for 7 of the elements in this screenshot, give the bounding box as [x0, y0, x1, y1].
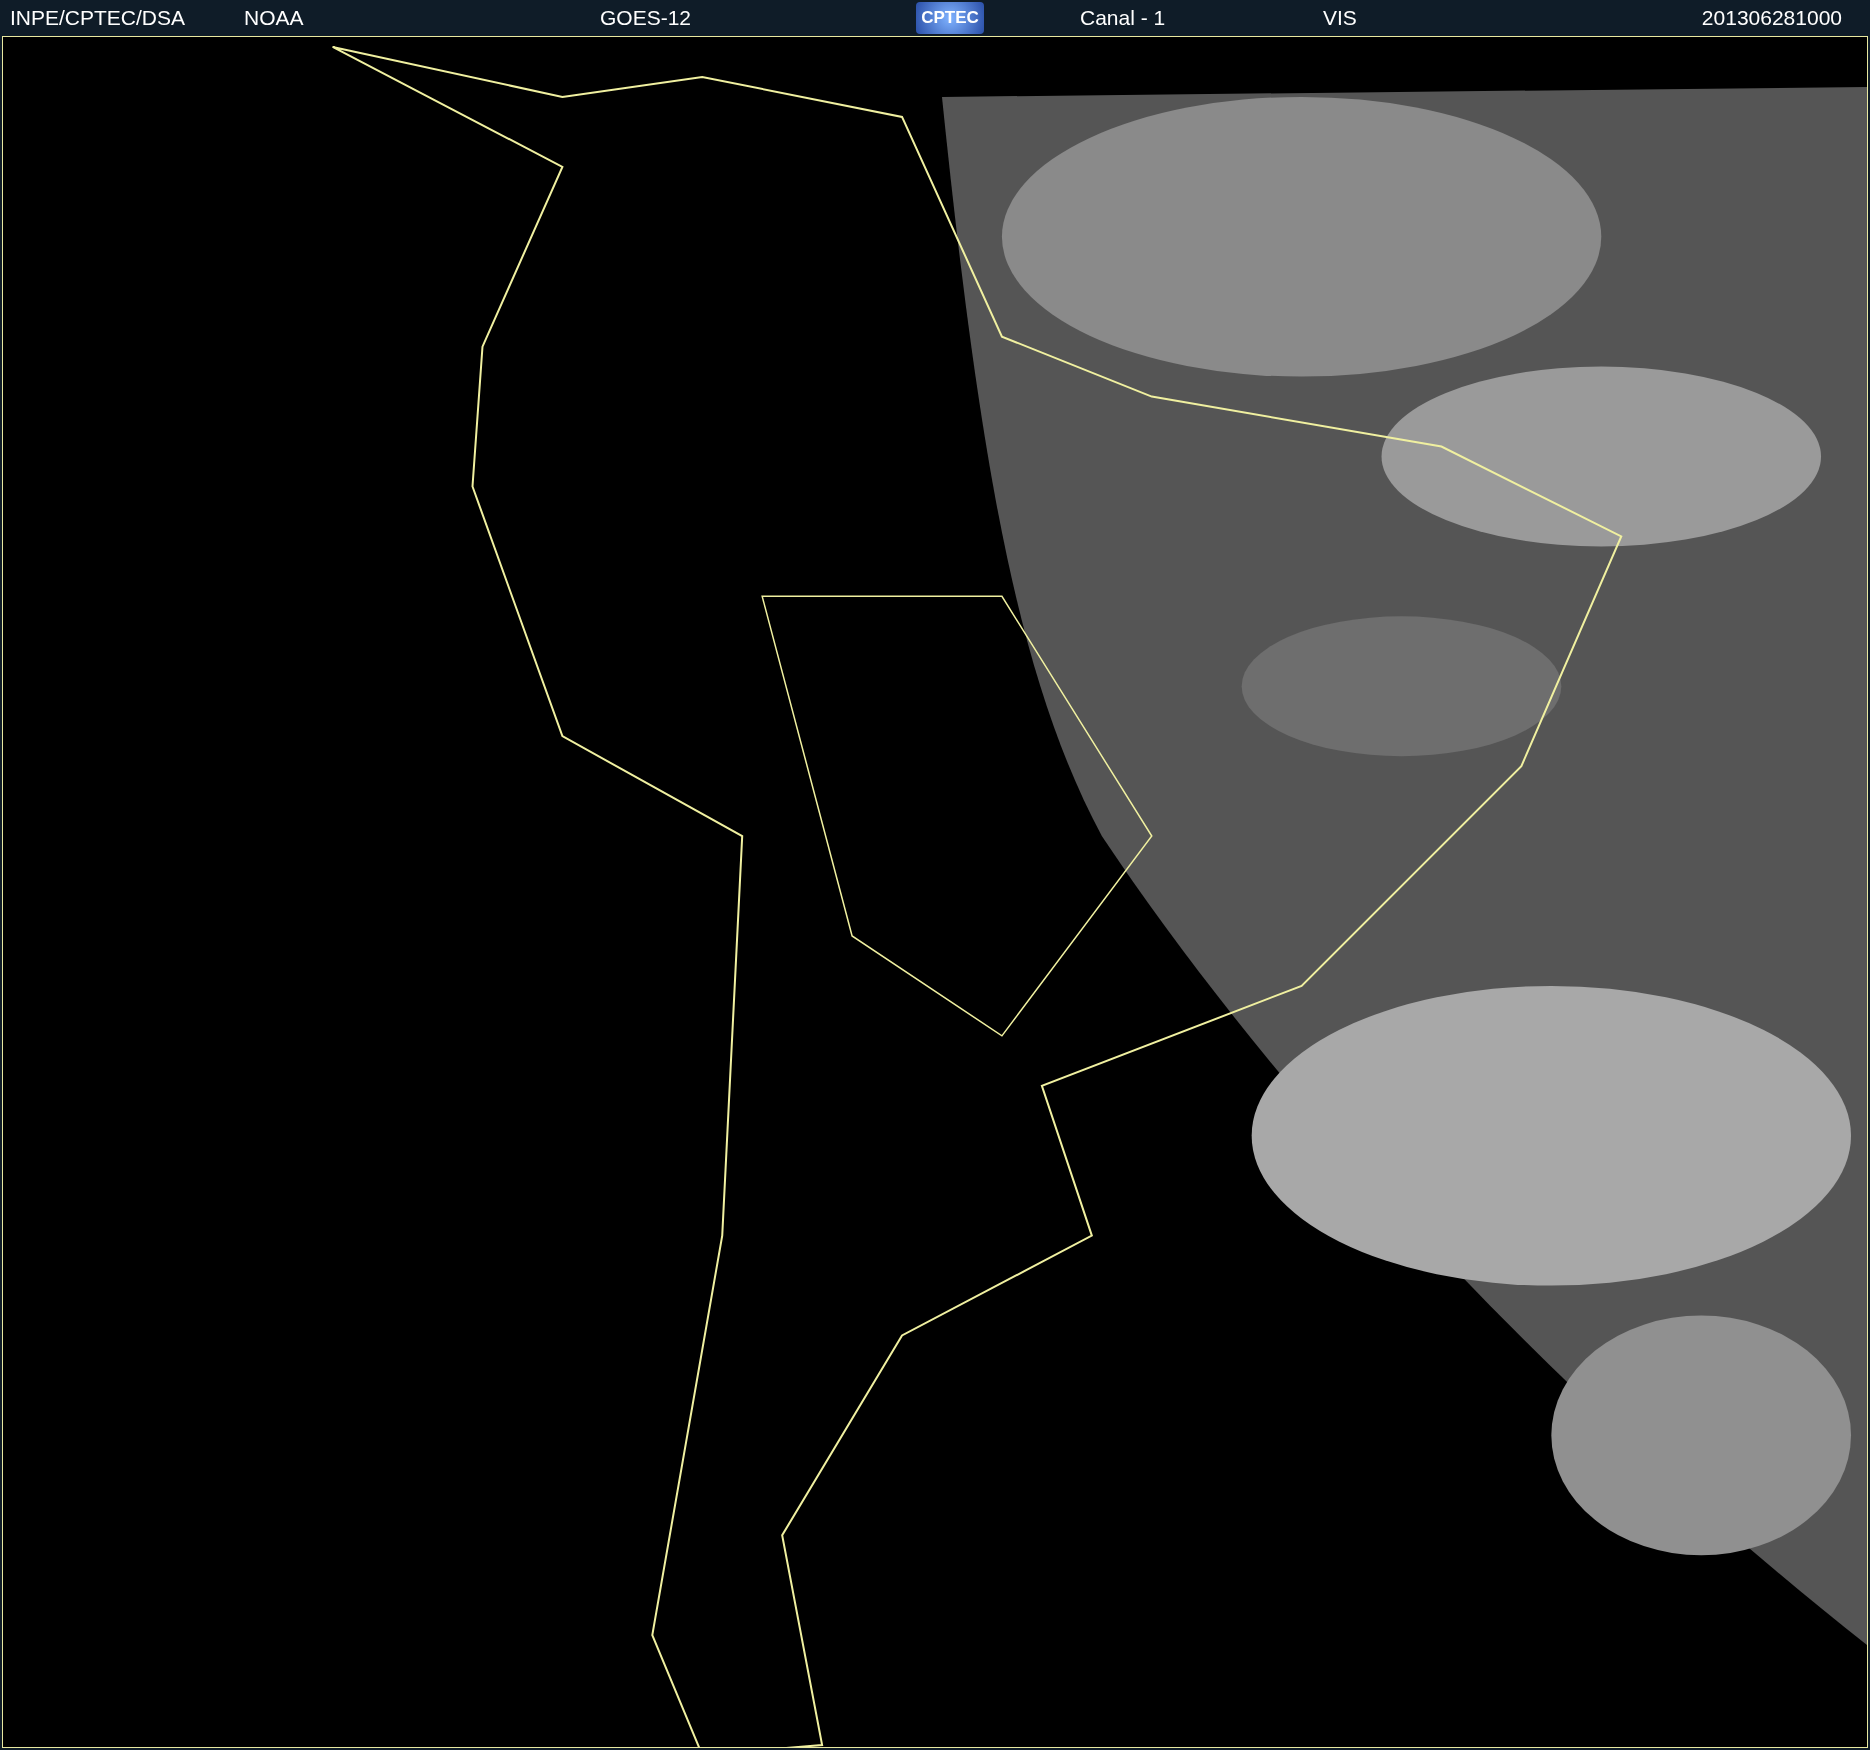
logo: CPTEC	[916, 2, 984, 34]
satellite-label: GOES-12	[600, 6, 693, 30]
agency-label: NOAA	[244, 6, 305, 30]
timestamp-label: 201306281000	[1701, 6, 1842, 30]
source-label: INPE/CPTEC/DSA	[10, 6, 187, 30]
band-label: VIS	[1323, 6, 1358, 30]
channel-label: Canal - 1	[1080, 6, 1167, 30]
